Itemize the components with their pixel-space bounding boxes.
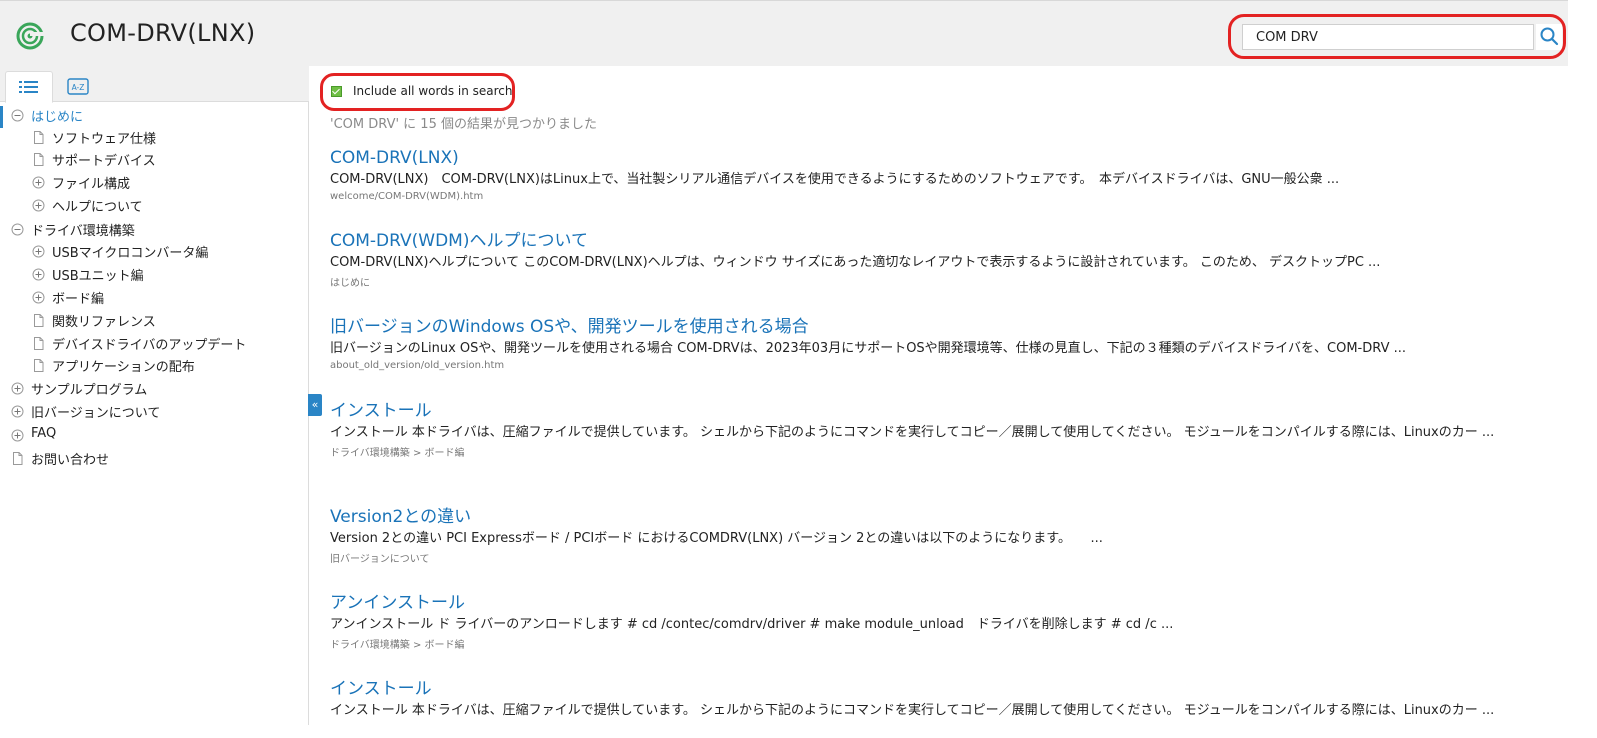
result-path: はじめに (330, 278, 370, 289)
sidebar-item-label: 旧バージョンについて (31, 406, 161, 421)
sidebar-item-label: FAQ (31, 426, 57, 441)
result-title-link[interactable]: アンインストール (330, 588, 1568, 613)
page-title: COM-DRV(LNX) (70, 19, 256, 47)
result-snippet: インストール 本ドライバは、圧縮ファイルで提供しています。 シェルから下記のよう… (330, 425, 1495, 440)
expand-icon[interactable] (11, 405, 24, 418)
result-path: 旧バージョンについて (330, 554, 430, 565)
search-result: 旧バージョンのWindows OSや、開発ツールを使用される場合旧バージョンのL… (330, 312, 1568, 371)
search-result: インストールインストール 本ドライバは、圧縮ファイルで提供しています。 シェルか… (330, 396, 1568, 459)
header-bar: COM-DRV(LNX) (0, 0, 1568, 66)
search-result: COM-DRV(WDM)ヘルプについて COM-DRV(LNX)ヘルプについて こ… (330, 226, 1568, 289)
expand-icon[interactable] (32, 291, 45, 304)
tab-index[interactable]: A-Z (54, 71, 102, 103)
search-result: インストールインストール 本ドライバは、圧縮ファイルで提供しています。 シェルか… (330, 674, 1568, 721)
result-snippet: Version 2との違い PCI Expressボード / PCIボード にお… (330, 531, 1103, 546)
sidebar-item-label: サンプルプログラム (31, 383, 148, 398)
page-icon (34, 153, 44, 166)
result-title-link[interactable]: COM-DRV(LNX) (330, 148, 1568, 168)
search-result: COM-DRV(LNX) COM-DRV(LNX) COM-DRV(LNX)はLi… (330, 148, 1568, 202)
include-all-words-label: Include all words in search (353, 84, 513, 98)
search-input[interactable] (1242, 24, 1534, 50)
sidebar-item-label: ドライバ環境構築 (31, 224, 135, 239)
result-snippet: COM-DRV(LNX) COM-DRV(LNX)はLinux上で、当社製シリア… (330, 172, 1340, 187)
sidebar-item-label: ファイル構成 (52, 177, 131, 192)
search-result: Version2との違い Version 2との違い PCI Expressボード… (330, 502, 1568, 565)
result-path: welcome/COM-DRV(WDM).htm (330, 191, 484, 202)
expand-icon[interactable] (32, 245, 45, 258)
result-count: 'COM DRV' に 15 個の結果が見つかりました (330, 117, 597, 132)
active-indicator (0, 106, 3, 128)
expand-icon[interactable] (11, 382, 24, 395)
tab-contents[interactable] (5, 71, 53, 103)
sidebar: A-Z はじめにソフトウェア仕様 サポートデバイス ファイル構成 ヘルプについてドライ… (0, 66, 309, 725)
logo-icon (16, 22, 44, 50)
sidebar-item-label: USBユニット編 (52, 269, 144, 284)
result-snippet: 旧バージョンのLinux OSや、開発ツールを使用される場合 COM-DRVは、… (330, 341, 1406, 356)
result-path: ドライバ環境構築 > ボード編 (330, 640, 465, 651)
sidebar-item-label: はじめに (31, 110, 84, 125)
result-title-link[interactable]: 旧バージョンのWindows OSや、開発ツールを使用される場合 (330, 312, 1568, 337)
sidebar-item-label: ヘルプについて (52, 200, 143, 215)
result-snippet: インストール 本ドライバは、圧縮ファイルで提供しています。 シェルから下記のよう… (330, 703, 1495, 718)
page-icon (34, 359, 44, 372)
result-title-link[interactable]: インストール (330, 396, 1568, 421)
page-icon (34, 131, 44, 144)
include-all-words-checkbox[interactable] (331, 86, 342, 97)
collapse-icon[interactable] (11, 223, 24, 236)
result-title-link[interactable]: インストール (330, 674, 1568, 699)
expand-icon[interactable] (32, 176, 45, 189)
result-path: about_old_version/old_version.htm (330, 360, 505, 371)
search-icon (1540, 27, 1559, 45)
sidebar-item-label: ソフトウェア仕様 (52, 132, 157, 147)
expand-icon[interactable] (32, 199, 45, 212)
sidebar-item-label: デバイスドライバのアップデート (52, 338, 247, 353)
collapse-icon[interactable] (11, 109, 24, 122)
sidebar-item-label: サポートデバイス (52, 154, 156, 169)
page-icon (34, 337, 44, 350)
sidebar-item-label: USBマイクロコンバータ編 (52, 246, 209, 261)
az-index-icon: A-Z (67, 78, 89, 95)
sidebar-item-label: アプリケーションの配布 (52, 360, 195, 375)
sidebar-item-label: 関数リファレンス (52, 315, 156, 330)
expand-icon[interactable] (32, 268, 45, 281)
expand-icon[interactable] (11, 429, 24, 442)
result-title-link[interactable]: Version2との違い (330, 502, 1568, 527)
result-title-link[interactable]: COM-DRV(WDM)ヘルプについて (330, 226, 1568, 251)
page-icon (34, 314, 44, 327)
result-path: ドライバ環境構築 > ボード編 (330, 448, 465, 459)
sidebar-item-label: ボード編 (52, 292, 105, 307)
result-snippet: アンインストール ド ライバーのアンロードします # cd /contec/co… (330, 617, 1174, 632)
search-result: アンインストールアンインストール ド ライバーのアンロードします # cd /c… (330, 588, 1568, 651)
page-icon (13, 452, 23, 465)
sidebar-tabs: A-Z (0, 66, 309, 103)
search-box (1242, 24, 1562, 52)
az-index-glyph: A-Z (72, 83, 85, 92)
search-button[interactable] (1536, 24, 1562, 50)
list-icon (19, 81, 38, 93)
search-results-panel: Include all words in search 'COM DRV' に … (310, 66, 1568, 725)
sidebar-item-label: お問い合わせ (31, 453, 110, 468)
result-snippet: COM-DRV(LNX)ヘルプについて このCOM-DRV(LNX)ヘルプは、ウ… (330, 255, 1381, 270)
